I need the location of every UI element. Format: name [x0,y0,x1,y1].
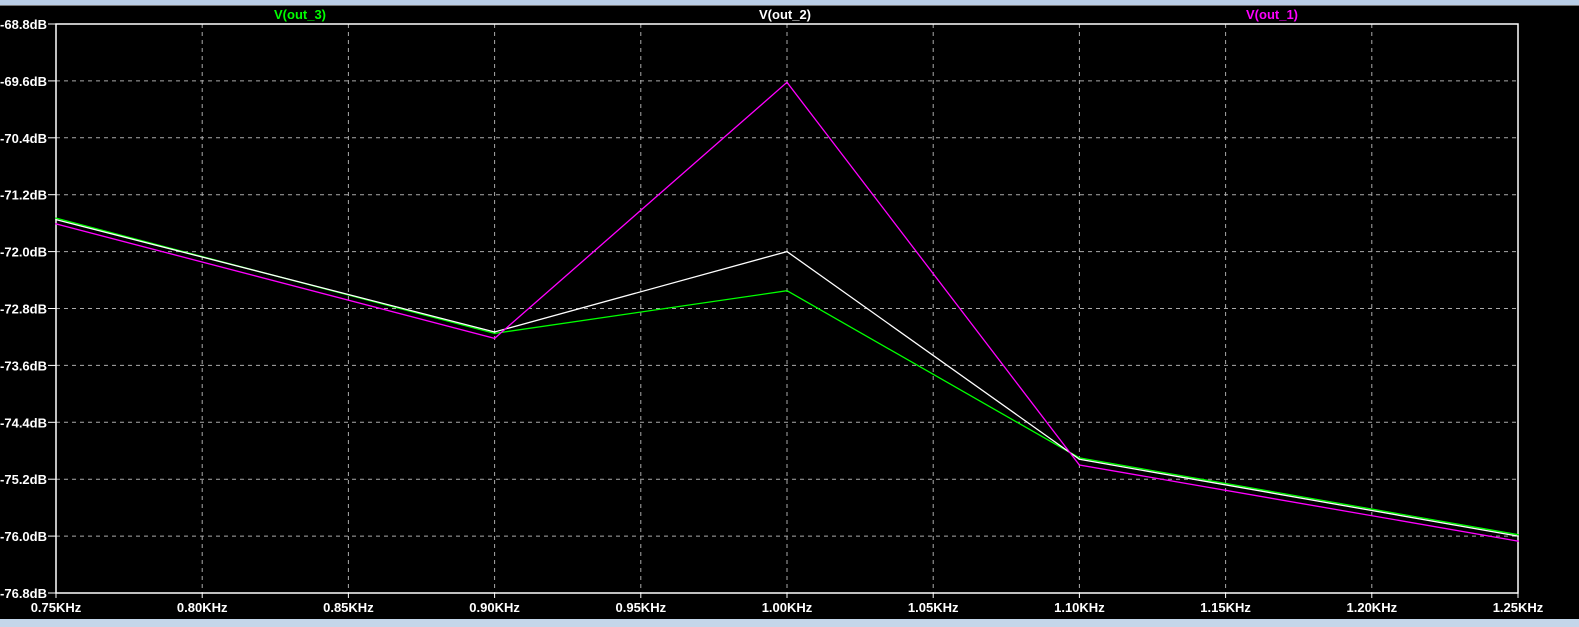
y-tick-label: -73.6dB [0,358,47,373]
legend-entry[interactable]: V(out_1) [1246,7,1298,22]
data-point [786,289,788,292]
y-tick-label: -72.8dB [0,302,47,317]
data-point [55,217,57,219]
legend-entry[interactable]: V(out_2) [759,7,811,22]
window-bottom-border [0,619,1579,627]
data-point [1517,535,1519,537]
data-point [55,223,57,225]
y-tick-label: -69.6dB [0,74,47,89]
x-tick-label: 1.15KHz [1200,600,1251,615]
y-tick-label: -74.4dB [0,415,47,430]
y-tick-label: -75.2dB [0,472,47,487]
waveform-plot[interactable]: 0.75KHz 0.80KHz 0.85KHz 0.90KHz 0.95KHz 1.00K… [0,0,1579,627]
x-tick-label: 1.00KHz [762,600,813,615]
x-tick-label: 1.05KHz [908,600,959,615]
x-tick-label: 1.25KHz [1493,600,1544,615]
data-point [1517,540,1519,542]
x-tick-label: 0.80KHz [177,600,228,615]
data-point [1078,464,1081,466]
y-tick-label: -71.2dB [0,188,47,203]
y-tick-label: -72.0dB [0,245,47,260]
data-point [786,250,788,253]
x-tick-label: 1.20KHz [1347,600,1398,615]
data-point [1517,533,1519,536]
data-point [493,331,496,333]
x-tick-label: 0.85KHz [323,600,374,615]
data-point [1078,458,1081,461]
data-point [55,218,57,221]
legend-entry[interactable]: V(out_3) [274,7,326,22]
x-tick-label: 0.90KHz [469,600,520,615]
x-tick-label: 1.10KHz [1054,600,1105,615]
data-point [786,81,788,84]
data-point [493,337,496,340]
y-tick-label: -70.4dB [0,131,47,146]
x-tick-label: 0.95KHz [616,600,667,615]
x-tick-label: 0.75KHz [31,600,82,615]
y-tick-label: -76.8dB [0,586,47,601]
y-tick-label: -68.8dB [0,17,47,32]
data-point [493,332,496,335]
y-tick-label: -76.0dB [0,529,47,544]
